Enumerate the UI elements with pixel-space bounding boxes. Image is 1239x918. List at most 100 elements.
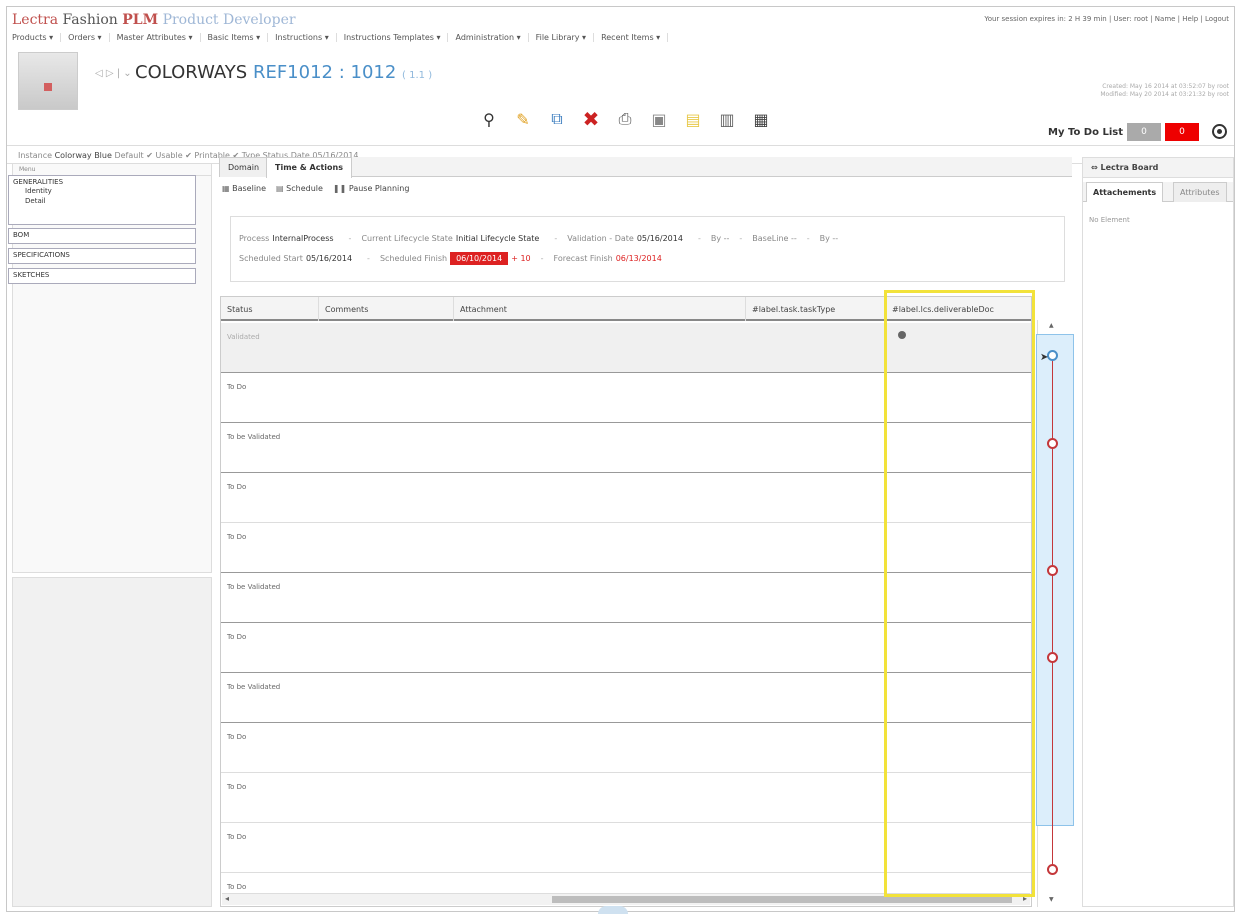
current-marker-icon: ➤ bbox=[1040, 352, 1049, 363]
menu-basic-items[interactable]: Basic Items ▾ bbox=[201, 33, 269, 42]
copy-icon[interactable]: ⧉ bbox=[546, 108, 568, 130]
nav-group-generalities[interactable]: GENERALITIES Identity Detail bbox=[8, 175, 196, 225]
title-ref[interactable]: REF1012 : 1012 bbox=[253, 62, 396, 83]
photo-icon[interactable]: ▣ bbox=[648, 108, 670, 130]
gantt-timeline bbox=[1052, 356, 1053, 866]
right-panel-tabs: Attachements Attributes bbox=[1083, 182, 1233, 202]
sched-finish-value: 06/10/2014 bbox=[450, 251, 509, 265]
validation-value: 05/16/2014 bbox=[636, 233, 683, 243]
instance-value[interactable]: Colorway Blue bbox=[55, 151, 112, 160]
tab-time-actions[interactable]: Time & Actions bbox=[266, 157, 352, 178]
table-row[interactable]: To Do bbox=[221, 773, 1031, 823]
nav-arrows-icon[interactable]: ◁ ▷ | ⌄ bbox=[95, 68, 132, 79]
nav-group-label[interactable]: SKETCHES bbox=[13, 271, 49, 279]
modified-line: Modified: May 20 2014 at 03:21:32 by roo… bbox=[1100, 91, 1229, 98]
grid-header: Status Comments Attachment #label.task.t… bbox=[221, 297, 1031, 321]
delay-delta: + 10 bbox=[511, 253, 531, 263]
table-row[interactable]: To Do bbox=[221, 623, 1031, 673]
validation-label: Validation - Date bbox=[567, 233, 634, 243]
column-status[interactable]: Status bbox=[221, 297, 319, 321]
created-line: Created: May 16 2014 at 03:52:07 by root bbox=[1102, 83, 1229, 90]
delete-icon[interactable]: ✖ bbox=[580, 107, 602, 131]
nav-item-detail[interactable]: Detail bbox=[13, 196, 191, 206]
search-binoculars-icon[interactable]: ⚲ bbox=[478, 108, 500, 130]
baseline-label: BaseLine -- bbox=[752, 233, 797, 243]
item-thumbnail[interactable] bbox=[18, 52, 78, 110]
nav-item-identity[interactable]: Identity bbox=[13, 186, 191, 196]
table-row[interactable]: Validated bbox=[221, 323, 1031, 373]
instance-default: Default ✔ bbox=[114, 151, 153, 160]
horizontal-scrollbar[interactable]: ◂ ▸ bbox=[222, 893, 1030, 905]
table-row[interactable]: To Do bbox=[221, 373, 1031, 423]
pause-planning-button[interactable]: ❚❚ Pause Planning bbox=[333, 184, 409, 193]
instance-usable: Usable ✔ bbox=[155, 151, 192, 160]
title-prefix: COLORWAYS bbox=[135, 62, 248, 83]
nav-group-label[interactable]: SPECIFICATIONS bbox=[13, 251, 70, 259]
todo-list: My To Do List 0 0 bbox=[1048, 123, 1199, 141]
table-row[interactable]: To be Validated bbox=[221, 423, 1031, 473]
scroll-down-icon[interactable]: ▼ bbox=[1049, 896, 1054, 903]
menu-administration[interactable]: Administration ▾ bbox=[448, 33, 529, 42]
note-icon[interactable]: ▤ bbox=[682, 108, 704, 130]
edit-pencil-icon[interactable]: ✎ bbox=[512, 108, 534, 130]
nav-group-bom[interactable]: BOM bbox=[8, 228, 196, 244]
table-row[interactable]: To Do bbox=[221, 523, 1031, 573]
print-icon[interactable]: ⎙ bbox=[614, 108, 636, 130]
column-deliverable-doc[interactable]: #label.lcs.deliverableDoc bbox=[886, 297, 1031, 321]
scrollbar-thumb[interactable] bbox=[552, 896, 1012, 903]
milestone-icon[interactable] bbox=[1047, 350, 1058, 361]
document-icon[interactable]: ▥ bbox=[716, 108, 738, 130]
milestone-icon[interactable] bbox=[1047, 652, 1058, 663]
table-row[interactable]: To Do bbox=[221, 473, 1031, 523]
menu-products[interactable]: Products ▾ bbox=[12, 33, 62, 42]
tab-attachements[interactable]: Attachements bbox=[1086, 182, 1164, 202]
menu-master-attributes[interactable]: Master Attributes ▾ bbox=[110, 33, 201, 42]
right-panel-header[interactable]: ⇔ Lectra Board bbox=[1083, 158, 1233, 178]
todo-label[interactable]: My To Do List bbox=[1048, 127, 1123, 138]
table-row[interactable]: To be Validated bbox=[221, 673, 1031, 723]
scroll-up-icon[interactable]: ▲ bbox=[1049, 322, 1054, 329]
milestone-icon[interactable] bbox=[1047, 438, 1058, 449]
menu-file-library[interactable]: File Library ▾ bbox=[529, 33, 595, 42]
settings-icon[interactable] bbox=[1212, 124, 1227, 139]
menu-instructions-templates[interactable]: Instructions Templates ▾ bbox=[337, 33, 449, 42]
nav-group-sketches[interactable]: SKETCHES bbox=[8, 268, 196, 284]
schedule-icon: ▤ bbox=[276, 184, 284, 193]
scroll-left-icon[interactable]: ◂ bbox=[225, 894, 229, 903]
tab-domain[interactable]: Domain bbox=[219, 157, 269, 177]
baseline-button[interactable]: ▦ Baseline bbox=[222, 184, 266, 193]
by-label: By -- bbox=[710, 233, 730, 243]
main-tabs: Domain Time & Actions bbox=[219, 157, 1072, 178]
tab-attributes[interactable]: Attributes bbox=[1173, 182, 1227, 202]
nav-group-label[interactable]: BOM bbox=[13, 231, 29, 239]
bottom-panel-toggle[interactable] bbox=[598, 906, 628, 914]
column-attachment[interactable]: Attachment bbox=[454, 297, 746, 321]
sched-start-label: Scheduled Start bbox=[239, 253, 303, 263]
menu-orders[interactable]: Orders ▾ bbox=[61, 33, 110, 42]
gear-icon[interactable] bbox=[898, 331, 906, 339]
gantt-bar[interactable] bbox=[1036, 334, 1074, 826]
sched-finish-label: Scheduled Finish bbox=[379, 253, 448, 263]
table-row[interactable]: To Do bbox=[221, 723, 1031, 773]
menu-recent-items[interactable]: Recent Items ▾ bbox=[594, 33, 669, 42]
menu-instructions[interactable]: Instructions ▾ bbox=[268, 33, 337, 42]
process-label: Process bbox=[239, 233, 270, 243]
scroll-right-icon[interactable]: ▸ bbox=[1023, 894, 1027, 903]
nav-group-label[interactable]: GENERALITIES bbox=[13, 178, 191, 186]
column-comments[interactable]: Comments bbox=[319, 297, 454, 321]
milestone-icon[interactable] bbox=[1047, 565, 1058, 576]
save-icon[interactable]: ▦ bbox=[750, 108, 772, 130]
milestone-icon[interactable] bbox=[1047, 864, 1058, 875]
todo-count-grey[interactable]: 0 bbox=[1127, 123, 1161, 141]
column-task-type[interactable]: #label.task.taskType bbox=[746, 297, 886, 321]
instance-label: Instance bbox=[18, 151, 53, 160]
table-row[interactable]: To Do bbox=[221, 823, 1031, 873]
forecast-label: Forecast Finish bbox=[553, 253, 613, 263]
table-row[interactable]: To be Validated bbox=[221, 573, 1031, 623]
todo-count-red[interactable]: 0 bbox=[1165, 123, 1199, 141]
thumbnail-image bbox=[44, 83, 52, 91]
nav-group-specifications[interactable]: SPECIFICATIONS bbox=[8, 248, 196, 264]
right-panel: ⇔ Lectra Board Attachements Attributes N… bbox=[1082, 157, 1234, 907]
schedule-button[interactable]: ▤ Schedule bbox=[276, 184, 323, 193]
session-info[interactable]: Your session expires in: 2 H 39 min | Us… bbox=[984, 15, 1229, 23]
